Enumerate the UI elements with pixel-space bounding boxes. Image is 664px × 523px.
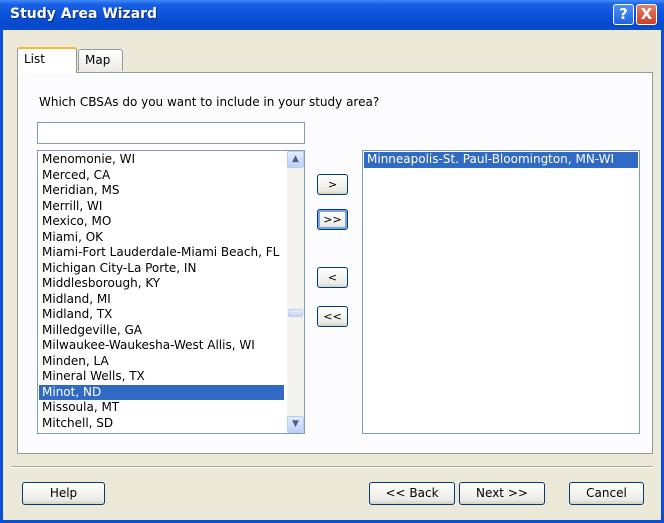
available-items: Menomonie, WI Merced, CA Meridian, MS Merri… (39, 152, 284, 431)
list-item[interactable]: Milledgeville, GA (39, 323, 284, 339)
list-item[interactable]: Middlesborough, KY (39, 276, 284, 292)
close-icon[interactable]: X (636, 4, 657, 25)
list-item[interactable]: Meridian, MS (39, 183, 284, 199)
list-item[interactable]: Milwaukee-Waukesha-West Allis, WI (39, 338, 284, 354)
list-item[interactable]: Minneapolis-St. Paul-Bloomington, MN-WI (364, 152, 638, 168)
list-item[interactable]: Miami, OK (39, 230, 284, 246)
add-button[interactable]: > (317, 174, 348, 195)
list-item[interactable]: Miami-Fort Lauderdale-Miami Beach, FL (39, 245, 284, 261)
list-item[interactable]: Mitchell, SD (39, 416, 284, 432)
list-item[interactable]: Midland, MI (39, 292, 284, 308)
tab-list[interactable]: List (17, 47, 77, 73)
list-item[interactable]: Minden, LA (39, 354, 284, 370)
filter-input[interactable] (37, 122, 305, 144)
add-all-button[interactable]: >> (317, 209, 348, 230)
back-button[interactable]: << Back (369, 482, 455, 505)
window-title: Study Area Wizard (10, 6, 158, 22)
list-item[interactable]: Merrill, WI (39, 199, 284, 215)
list-item[interactable]: Minot, ND (39, 384, 284, 400)
help-icon[interactable]: ? (613, 4, 634, 25)
list-scrollbar[interactable]: ▲ ▼ (287, 151, 304, 433)
footer-divider (11, 466, 653, 468)
selected-cbsa-list[interactable]: Minneapolis-St. Paul-Bloomington, MN-WI (362, 150, 640, 434)
question-label: Which CBSAs do you want to include in yo… (39, 95, 380, 109)
list-item[interactable]: Michigan City-La Porte, IN (39, 261, 284, 277)
cancel-button[interactable]: Cancel (569, 482, 644, 505)
available-cbsa-list[interactable]: Menomonie, WI Merced, CA Meridian, MS Merri… (37, 150, 305, 434)
title-bar[interactable]: Study Area Wizard ? X (0, 0, 664, 30)
remove-all-button[interactable]: << (317, 306, 348, 327)
help-button[interactable]: Help (22, 482, 105, 505)
list-item[interactable]: Missoula, MT (39, 400, 284, 416)
scroll-up-icon[interactable]: ▲ (287, 151, 304, 168)
tab-map[interactable]: Map (78, 49, 123, 71)
list-item[interactable]: Menomonie, WI (39, 152, 284, 168)
remove-button[interactable]: < (317, 267, 348, 288)
scroll-thumb[interactable] (288, 309, 303, 317)
next-button[interactable]: Next >> (459, 482, 545, 505)
list-item[interactable]: Mineral Wells, TX (39, 369, 284, 385)
study-area-wizard-window: Study Area Wizard ? X List Map Which CBS… (0, 0, 664, 523)
scroll-down-icon[interactable]: ▼ (287, 416, 304, 433)
list-item[interactable]: Mexico, MO (39, 214, 284, 230)
list-item[interactable]: Midland, TX (39, 307, 284, 323)
list-item[interactable]: Merced, CA (39, 168, 284, 184)
